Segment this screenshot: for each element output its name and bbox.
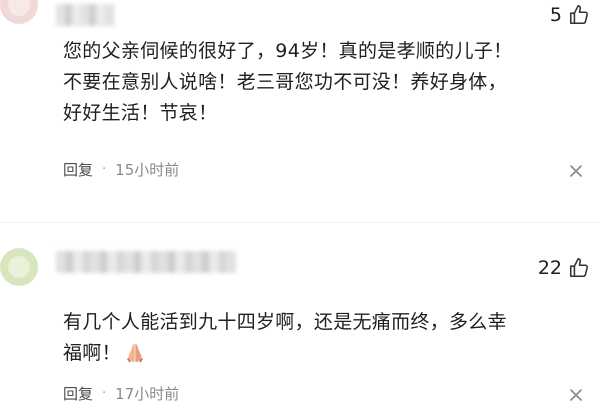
comment-line: 好好生活！节哀！ (63, 102, 218, 124)
comment-text: 您的父亲伺候的很好了，94岁！真的是孝顺的儿子！ 不要在意别人说啥！老三哥您功不… (63, 36, 588, 129)
separator-dot: · (102, 386, 107, 401)
avatar[interactable] (0, 0, 38, 24)
comment-line: 有几个人能活到九十四岁啊，还是无痛而终，多么幸 (63, 311, 507, 333)
timestamp: 15小时前 (115, 161, 180, 179)
like-count: 22 (537, 257, 562, 279)
reply-button[interactable]: 回复 (63, 159, 93, 180)
comment-meta: 回复 · 17小时前 (63, 383, 179, 404)
username-redacted[interactable] (56, 4, 114, 26)
comment-line: 不要在意别人说啥！老三哥您功不可没！养好身体， (63, 71, 507, 93)
comment-line: 您的父亲伺候的很好了，94岁！真的是孝顺的儿子！ (63, 40, 513, 62)
like-button[interactable]: 5 (550, 3, 590, 27)
reply-button[interactable]: 回复 (63, 383, 93, 404)
comment-line: 福啊！ (63, 342, 121, 364)
pray-emoji-icon (126, 344, 143, 363)
comment-item: 22 有几个人能活到九十四岁啊，还是无痛而终，多么幸 福啊！ 回复 · 17小时… (0, 232, 600, 415)
comment-meta: 回复 · 15小时前 (63, 159, 179, 180)
timestamp: 17小时前 (115, 385, 180, 403)
thumbs-up-icon (569, 258, 588, 278)
comment-item: 5 您的父亲伺候的很好了，94岁！真的是孝顺的儿子！ 不要在意别人说啥！老三哥您… (0, 0, 600, 212)
close-x-icon[interactable] (568, 387, 584, 403)
like-count: 5 (549, 4, 562, 26)
comment-text: 有几个人能活到九十四岁啊，还是无痛而终，多么幸 福啊！ (63, 307, 588, 369)
thumbs-up-icon (569, 5, 588, 25)
separator-dot: · (102, 162, 107, 177)
divider (0, 222, 600, 223)
avatar[interactable] (0, 248, 38, 286)
username-redacted[interactable] (56, 251, 236, 273)
comment-line-with-emoji: 福啊！ (63, 338, 588, 369)
like-button[interactable]: 22 (538, 256, 590, 280)
close-x-icon[interactable] (568, 163, 584, 179)
